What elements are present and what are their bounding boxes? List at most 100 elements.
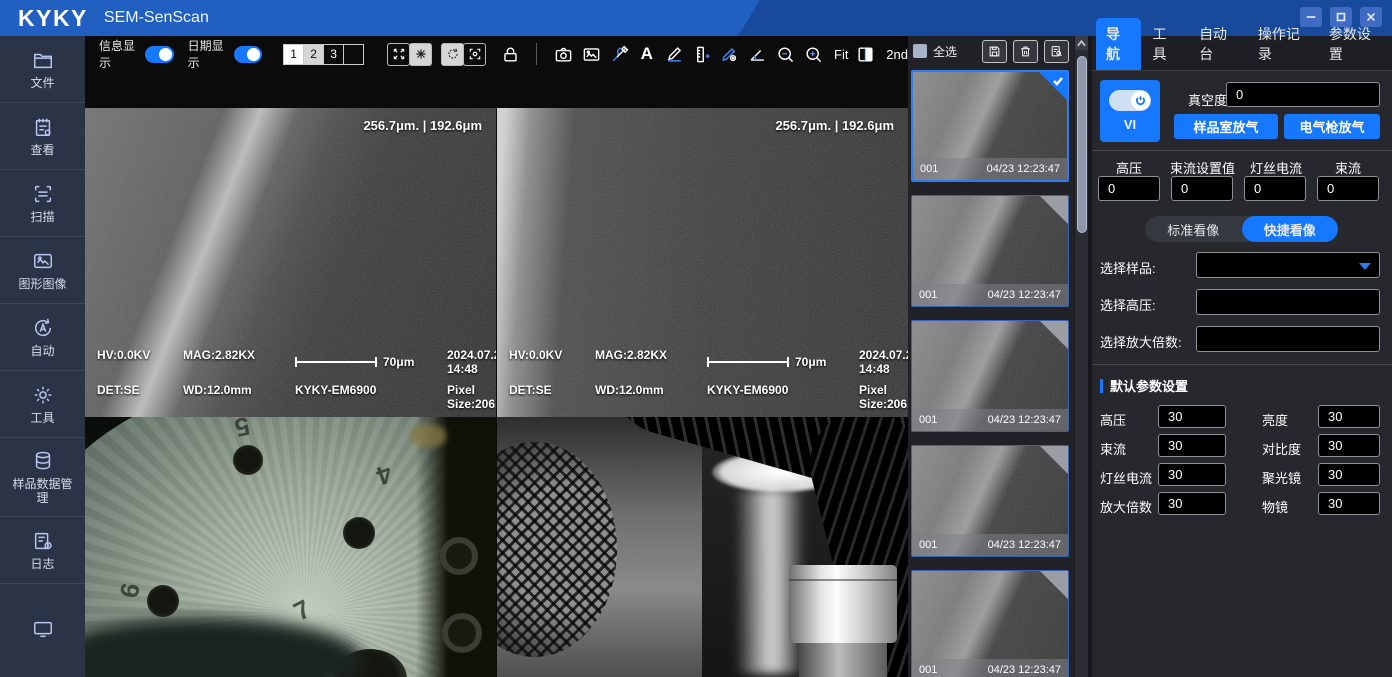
sidebar-item-sample-data[interactable]: 样品数据管理 xyxy=(0,438,85,517)
thumbnail-item[interactable]: 001 04/23 12:23:47 xyxy=(911,445,1069,557)
fit-button[interactable]: Fit xyxy=(834,47,848,62)
select-corner[interactable] xyxy=(1040,196,1068,224)
quick-imaging-button[interactable]: 快捷看像 xyxy=(1242,216,1339,242)
tab-navigation[interactable]: 导航 xyxy=(1096,18,1141,70)
date-display-toggle[interactable] xyxy=(234,46,262,63)
standard-imaging-button[interactable]: 标准看像 xyxy=(1145,216,1242,242)
default-hv-input[interactable]: 30 xyxy=(1158,405,1226,428)
select-corner[interactable] xyxy=(1040,321,1068,349)
vi-power-card[interactable]: VI xyxy=(1100,80,1160,142)
sidebar-item-images[interactable]: 图形图像 xyxy=(0,237,85,304)
sidebar-item-files[interactable]: 文件 xyxy=(0,36,85,103)
sidebar-item-auto[interactable]: 自动 xyxy=(0,304,85,371)
image-tools-button[interactable] xyxy=(608,42,630,66)
view-count-1-button[interactable]: 1 xyxy=(283,44,304,65)
select-all-checkbox[interactable] xyxy=(913,44,927,58)
tab-auto-stage[interactable]: 自动台 xyxy=(1189,18,1246,70)
tab-operation-log[interactable]: 操作记录 xyxy=(1248,18,1317,70)
second-display-button[interactable]: 2nd xyxy=(886,47,908,62)
view-count-3-button[interactable]: 3 xyxy=(323,44,344,65)
measure-button[interactable] xyxy=(691,42,713,66)
thumbnail-item[interactable]: 001 04/23 12:23:47 xyxy=(911,70,1069,182)
default-contrast-input[interactable]: 30 xyxy=(1318,434,1380,457)
sidebar-item-scan[interactable]: 扫描 xyxy=(0,170,85,237)
beam-set-field-input[interactable]: 0 xyxy=(1171,176,1233,201)
default-objective-input[interactable]: 30 xyxy=(1318,492,1380,515)
save-thumbnails-button[interactable] xyxy=(982,40,1007,63)
scroll-up-button[interactable] xyxy=(1075,36,1088,50)
thumbnail-item[interactable]: 001 04/23 12:23:47 xyxy=(911,570,1069,677)
view-count-2-button[interactable]: 2 xyxy=(303,44,324,65)
scale-bar: 70μm xyxy=(707,348,859,376)
select-hv-input[interactable] xyxy=(1196,289,1380,315)
measure-visibility-button[interactable] xyxy=(719,42,741,66)
vi-toggle[interactable] xyxy=(1109,90,1151,111)
tab-parameter-settings[interactable]: 参数设置 xyxy=(1319,18,1388,70)
info-display-toggle[interactable] xyxy=(145,46,173,63)
chevron-up-icon xyxy=(1077,40,1086,47)
fov-readout: 256.7μm. | 192.6μm xyxy=(775,118,894,133)
save-image-button[interactable] xyxy=(580,42,602,66)
vacuum-input[interactable]: 0 xyxy=(1226,82,1380,107)
angle-measure-button[interactable] xyxy=(747,42,769,66)
default-condenser-input[interactable]: 30 xyxy=(1318,463,1380,486)
stage-camera-view[interactable]: 5 4 7 6 xyxy=(85,417,496,677)
sem-image-top-right[interactable]: 256.7μm. | 192.6μm HV:0.0KV MAG:2.82KX 7… xyxy=(497,108,908,417)
refresh-scan-button[interactable] xyxy=(441,43,464,66)
stub-base xyxy=(799,643,887,677)
select-sample-dropdown[interactable] xyxy=(1196,252,1380,278)
default-beam-input[interactable]: 30 xyxy=(1158,434,1226,457)
sidebar-item-view[interactable]: 查看 xyxy=(0,103,85,170)
thumbnail-id: 001 xyxy=(920,163,938,175)
scale-bar: 70μm xyxy=(295,348,447,376)
delete-thumbnails-button[interactable] xyxy=(1013,40,1038,63)
chamber-camera-view[interactable] xyxy=(497,417,908,677)
sidebar-item-extra[interactable] xyxy=(0,584,85,677)
stage-hole xyxy=(233,445,263,475)
zoom-in-button[interactable] xyxy=(802,42,824,66)
default-hv-label: 高压 xyxy=(1100,410,1126,429)
zoom-out-icon xyxy=(776,45,795,64)
tab-tools[interactable]: 工具 xyxy=(1143,18,1188,70)
sidebar-item-tools[interactable]: 工具 xyxy=(0,371,85,438)
thumbnail-item[interactable]: 001 04/23 12:23:47 xyxy=(911,320,1069,432)
hv-readout: HV:0.0KV xyxy=(97,348,183,376)
lock-button[interactable] xyxy=(500,42,522,66)
contrast-button[interactable] xyxy=(855,42,877,66)
pixel-size-readout: Pixel Size:206.836nm xyxy=(859,383,908,411)
select-corner[interactable] xyxy=(1040,571,1068,599)
beam-field-input[interactable]: 0 xyxy=(1317,176,1379,201)
hv-field-input[interactable]: 0 xyxy=(1098,176,1160,201)
capture-button[interactable] xyxy=(553,42,575,66)
draw-annotation-button[interactable] xyxy=(664,42,686,66)
thumbnail-item[interactable]: 001 04/23 12:23:47 xyxy=(911,195,1069,307)
mag-readout: MAG:2.82KX xyxy=(595,348,707,376)
preview-thumbnails-button[interactable] xyxy=(1044,40,1069,63)
expand-view-button[interactable] xyxy=(387,43,410,66)
view-count-4-button[interactable] xyxy=(343,44,364,65)
thumbnail-scrollbar[interactable] xyxy=(1074,36,1088,677)
vent-gun-button[interactable]: 电气枪放气 xyxy=(1284,114,1380,139)
filament-field-input[interactable]: 0 xyxy=(1244,176,1306,201)
vent-chamber-button[interactable]: 样品室放气 xyxy=(1174,114,1278,139)
text-annotation-button[interactable]: A xyxy=(636,42,658,66)
ruler-measure-icon xyxy=(693,45,712,64)
crop-corners-icon xyxy=(468,47,482,61)
default-filament-input[interactable]: 30 xyxy=(1158,463,1226,486)
thumbnail-id: 001 xyxy=(919,414,937,426)
beam-field-label: 束流 xyxy=(1335,158,1361,177)
capture-area-button[interactable] xyxy=(463,43,486,66)
default-mag-input[interactable]: 30 xyxy=(1158,492,1226,515)
sidebar-item-log[interactable]: 日志 xyxy=(0,517,85,584)
toggle-knob xyxy=(159,48,172,61)
select-corner[interactable] xyxy=(1040,446,1068,474)
select-mag-input[interactable] xyxy=(1196,326,1380,352)
scrollbar-thumb[interactable] xyxy=(1077,56,1087,233)
default-beam-label: 束流 xyxy=(1100,439,1126,458)
default-brightness-input[interactable]: 30 xyxy=(1318,405,1380,428)
scale-bar-line xyxy=(295,361,377,363)
grid-view-button[interactable] xyxy=(409,43,432,66)
zoom-out-button[interactable] xyxy=(775,42,797,66)
sem-image-top-left[interactable]: 256.7μm. | 192.6μm HV:0.0KV MAG:2.82KX 7… xyxy=(85,108,496,417)
info-toggle-label: 信息显示 xyxy=(99,37,139,71)
